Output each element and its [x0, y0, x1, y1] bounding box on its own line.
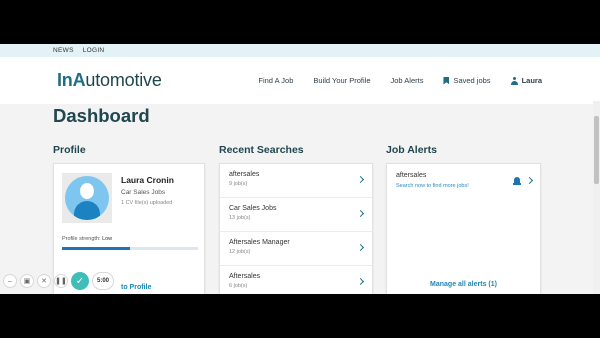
- check-icon[interactable]: ✓: [71, 272, 89, 290]
- recent-searches-card: aftersales 9 job(s) Car Sales Jobs 13 jo…: [219, 163, 373, 294]
- search-item-title: Aftersales: [229, 273, 261, 280]
- bookmark-icon: [443, 76, 450, 85]
- profile-cv-count: 1 CV file(s) uploaded: [121, 200, 173, 206]
- nav-build-profile[interactable]: Build Your Profile: [313, 76, 370, 85]
- search-item[interactable]: aftersales 9 job(s): [220, 164, 372, 198]
- profile-strength-fill: [62, 247, 130, 250]
- news-link[interactable]: NEWS: [53, 47, 74, 54]
- search-item-title: Aftersales Manager: [229, 239, 290, 246]
- go-to-profile-link[interactable]: to Profile: [121, 284, 151, 291]
- profile-name: Laura Cronin: [121, 175, 174, 185]
- close-icon[interactable]: ✕: [37, 274, 51, 288]
- profile-strength-label: Profile strength:: [62, 236, 101, 242]
- page-title: Dashboard: [53, 105, 150, 126]
- nav-saved-jobs[interactable]: Saved jobs: [443, 76, 491, 85]
- job-alerts-heading: Job Alerts: [386, 144, 437, 156]
- top-utility-bar: NEWS LOGIN: [0, 44, 600, 57]
- manage-alerts-link[interactable]: Manage all alerts (1): [387, 281, 540, 288]
- nav-user-account[interactable]: Laura: [510, 76, 542, 85]
- search-item[interactable]: Aftersales 6 job(s): [220, 266, 372, 294]
- user-icon: [510, 76, 518, 85]
- avatar-icon: [65, 176, 109, 220]
- camera-icon[interactable]: ▣: [20, 274, 34, 288]
- site-header: InAutomotive Find A Job Build Your Profi…: [0, 57, 600, 104]
- alert-title[interactable]: aftersales: [396, 172, 426, 179]
- profile-strength: Profile strength: Low: [62, 236, 112, 242]
- browser-viewport: NEWS LOGIN InAutomotive Find A Job Build…: [0, 44, 600, 294]
- chevron-right-icon[interactable]: [525, 176, 534, 185]
- search-item-count: 9 job(s): [229, 181, 248, 187]
- scrollbar-thumb[interactable]: [594, 116, 599, 184]
- pause-icon[interactable]: ❚❚: [54, 274, 68, 288]
- main-nav: Find A Job Build Your Profile Job Alerts…: [258, 57, 542, 104]
- screen-recorder-toolbar: – ▣ ✕ ❚❚ ✓ 5:00: [3, 272, 114, 290]
- login-link[interactable]: LOGIN: [83, 47, 105, 54]
- profile-strength-value: Low: [102, 236, 113, 242]
- search-item-title: Car Sales Jobs: [229, 205, 277, 212]
- nav-saved-jobs-label: Saved jobs: [453, 76, 491, 85]
- nav-job-alerts[interactable]: Job Alerts: [391, 76, 424, 85]
- search-item[interactable]: Aftersales Manager 12 job(s): [220, 232, 372, 266]
- search-item-count: 6 job(s): [229, 283, 248, 289]
- avatar: [62, 173, 112, 223]
- profile-heading: Profile: [53, 144, 86, 156]
- recent-searches-heading: Recent Searches: [219, 144, 304, 156]
- profile-strength-bar: [62, 247, 198, 250]
- recording-timer: 5:00: [92, 272, 114, 290]
- bell-icon[interactable]: [513, 177, 521, 185]
- alert-search-link[interactable]: Search now to find more jobs!: [396, 183, 469, 189]
- search-item-count: 13 job(s): [229, 215, 251, 221]
- nav-user-label: Laura: [521, 76, 542, 85]
- inautomotive-logo[interactable]: InAutomotive: [57, 70, 162, 91]
- minimize-icon[interactable]: –: [3, 274, 17, 288]
- search-item-count: 12 job(s): [229, 249, 251, 255]
- profile-job: Car Sales Jobs: [121, 189, 166, 196]
- search-item[interactable]: Car Sales Jobs 13 job(s): [220, 198, 372, 232]
- search-item-title: aftersales: [229, 171, 260, 178]
- job-alerts-card: aftersales Search now to find more jobs!…: [386, 163, 541, 294]
- nav-find-a-job[interactable]: Find A Job: [258, 76, 293, 85]
